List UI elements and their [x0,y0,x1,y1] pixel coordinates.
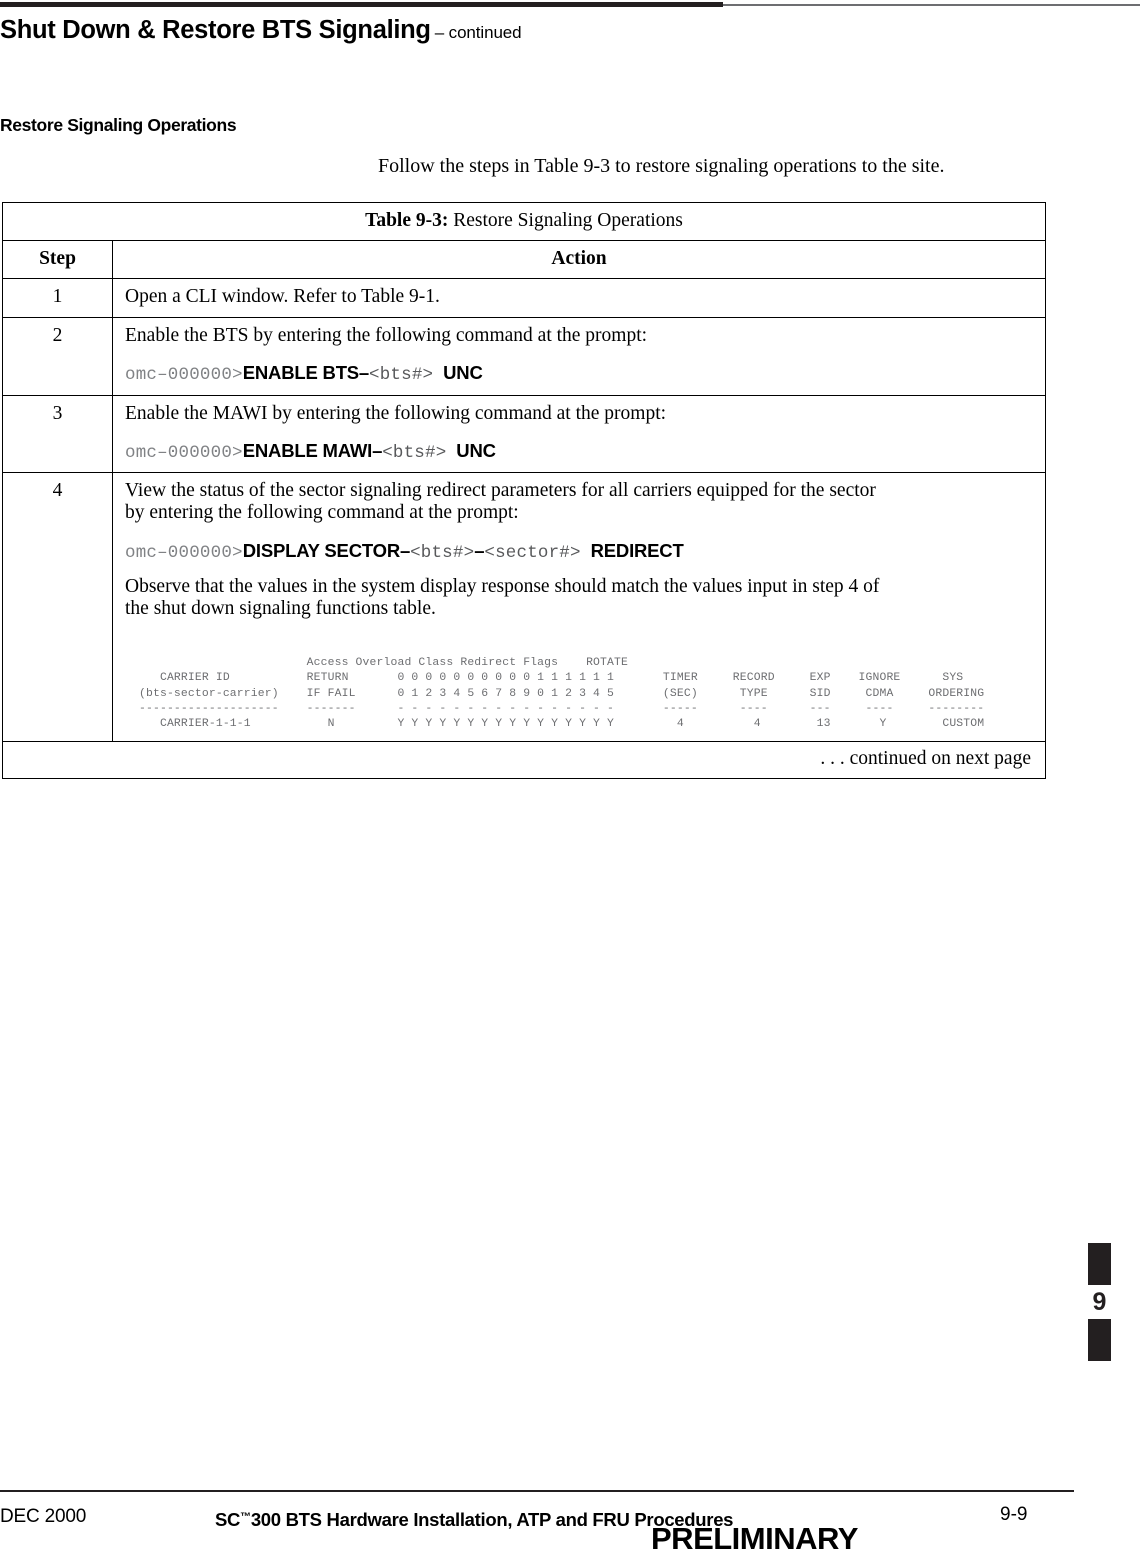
cli-prompt: omc–000000> [125,365,243,386]
step-action: View the status of the sector signaling … [112,472,1046,743]
running-head-continued: – continued [434,23,522,42]
step-action: Enable the MAWI by entering the followin… [112,394,1046,474]
trademark-icon: ™ [240,1511,251,1523]
cli-command-variable-bts: <bts#> [410,542,475,563]
step-action-text-line1: View the status of the sector signaling … [125,480,876,502]
step-number: 2 [2,317,113,396]
table-row: 3 Enable the MAWI by entering the follow… [2,394,1046,474]
cli-command-tail: UNC [456,439,496,461]
cli-command-keyword: ENABLE BTS– [242,362,370,384]
cli-prompt: omc–000000> [125,542,243,563]
cli-command-variable: <bts#> [382,442,447,463]
footer-rule [0,1490,1074,1492]
chapter-tab-block-top [1088,1243,1111,1285]
step-number: 3 [2,394,113,474]
section-intro-paragraph: Follow the steps in Table 9-3 to restore… [378,155,945,177]
cli-command-dash: – [474,539,485,561]
step-action-text: Open a CLI window. Refer to Table 9-1. [125,286,440,307]
cli-command-variable: <bts#> [369,365,434,386]
cli-prompt: omc–000000> [125,442,243,463]
running-head: Shut Down & Restore BTS Signaling – cont… [0,16,1100,45]
footer-date: DEC 2000 [0,1506,87,1527]
table-header-row: Step Action [2,240,1046,279]
step-observe-line2: the shut down signaling functions table. [125,598,436,620]
cli-command-tail: UNC [443,362,483,384]
table-caption-label: Table 9-3: [365,210,449,231]
cli-command-keyword: DISPLAY SECTOR– [242,539,411,561]
table-caption-cell: Table 9-3: Restore Signaling Operations [2,202,1046,241]
step-action-text-line2: by entering the following command at the… [125,502,519,524]
chapter-thumb-tab: 9 [1088,1243,1111,1361]
column-header-step: Step [2,240,113,279]
table-row: 4 View the status of the sector signalin… [2,472,1046,743]
cli-command-line: omc–000000>DISPLAY SECTOR–<bts#>–<sector… [125,539,1033,563]
step-action-text: Enable the MAWI by entering the followin… [125,402,667,424]
step-action: Enable the BTS by entering the following… [112,317,1046,396]
procedure-table: Table 9-3: Restore Signaling Operations … [2,202,1046,780]
step-action-text: Enable the BTS by entering the following… [125,325,648,347]
column-header-action: Action [112,240,1046,279]
cli-command-line: omc–000000>ENABLE BTS–<bts#> UNC [125,363,1033,385]
step-action: Open a CLI window. Refer to Table 9-1. [112,277,1046,319]
cli-screen-output: Access Overload Class Redirect Flags ROT… [139,657,985,730]
footer-page-number: 9-9 [1000,1504,1028,1525]
running-head-title: Shut Down & Restore BTS Signaling [0,16,431,44]
cli-command-variable-sector: <sector#> [484,542,581,563]
table-row: 1 Open a CLI window. Refer to Table 9-1. [2,277,1046,319]
cli-command-tail: REDIRECT [590,539,684,561]
step-observe-line1: Observe that the values in the system di… [125,575,880,597]
footer-title-prefix: SC [215,1509,241,1530]
step-number: 1 [2,277,113,319]
step-number: 4 [2,472,113,743]
chapter-tab-block-bottom [1088,1319,1111,1361]
chapter-tab-number: 9 [1092,1288,1107,1316]
table-caption-text: Restore Signaling Operations [448,210,683,231]
cli-command-keyword: ENABLE MAWI– [242,439,383,461]
preliminary-watermark: PRELIMINARY [651,1521,858,1556]
continued-on-next-page-note: . . . continued on next page [2,741,1046,780]
table-row: 2 Enable the BTS by entering the followi… [2,317,1046,396]
cli-command-line: omc–000000>ENABLE MAWI–<bts#> UNC [125,439,1033,463]
table-caption-row: Table 9-3: Restore Signaling Operations [2,202,1046,241]
table-continued-row: . . . continued on next page [2,741,1046,780]
section-heading: Restore Signaling Operations [0,115,237,135]
header-rule-thin [723,4,1140,6]
header-rule-thick [0,2,723,7]
